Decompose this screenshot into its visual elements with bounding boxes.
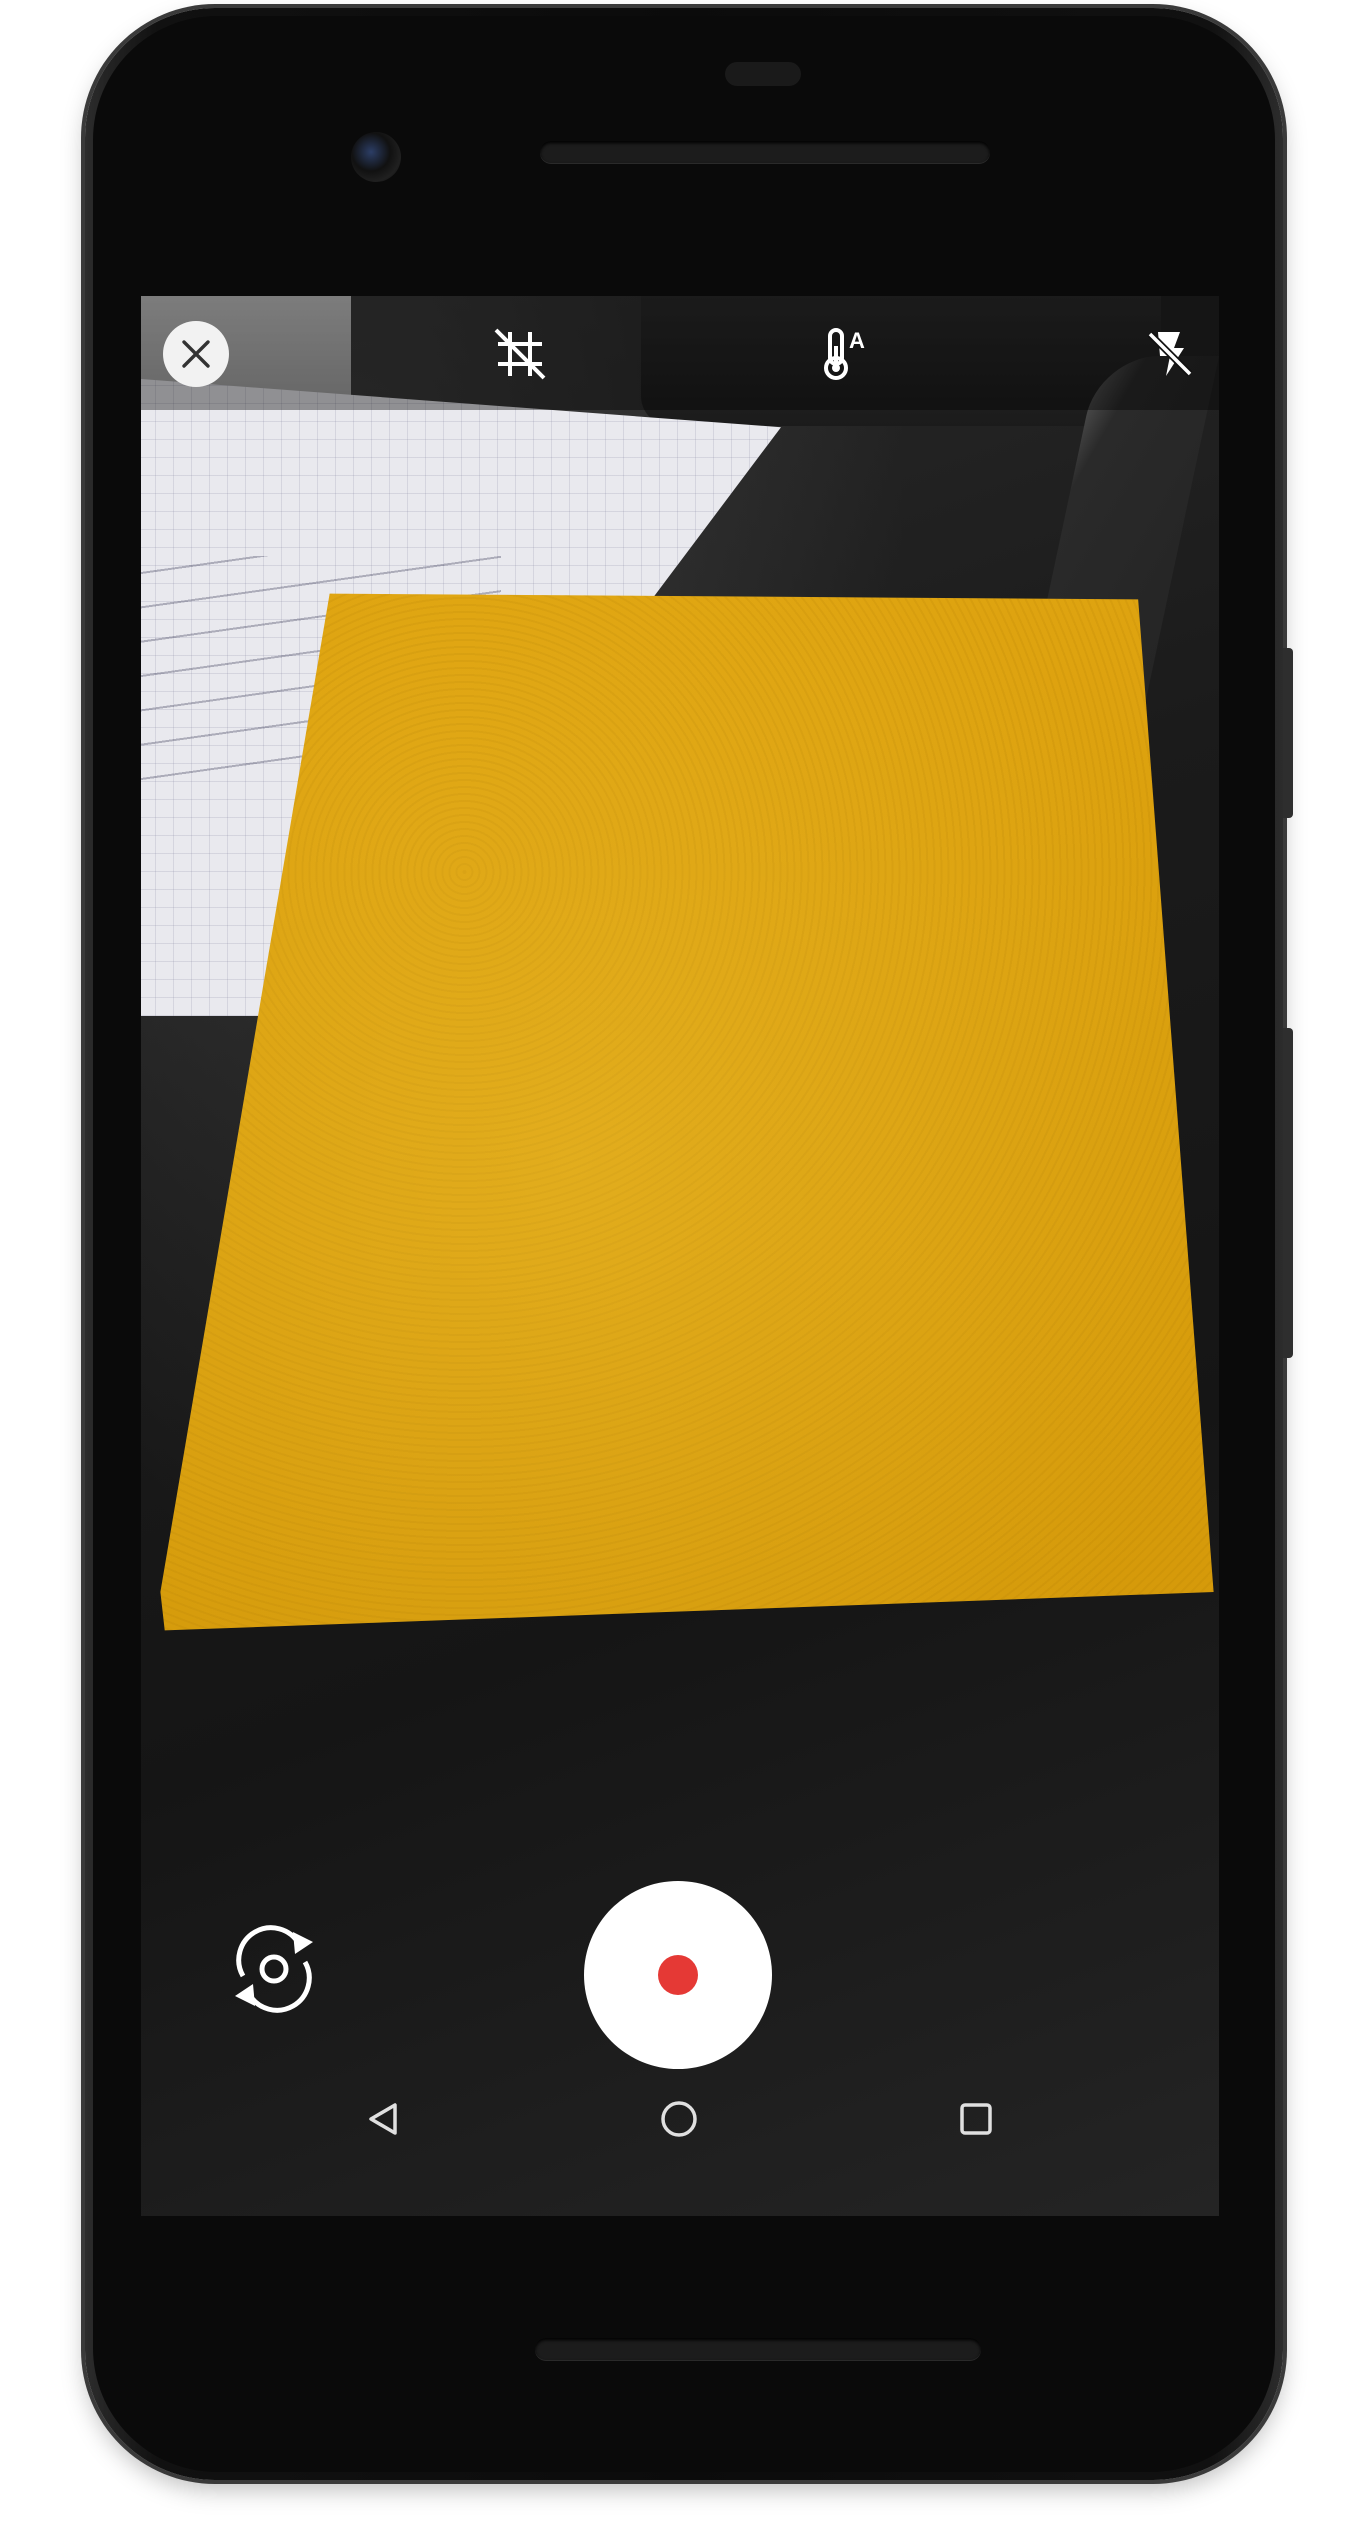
front-camera [351, 132, 401, 182]
camera-screen: A [141, 296, 1219, 2216]
power-button [1283, 648, 1293, 818]
record-button[interactable] [584, 1881, 772, 2069]
flash-off-icon [1147, 331, 1193, 377]
close-button[interactable] [163, 321, 229, 387]
white-balance-button[interactable]: A [811, 320, 879, 388]
recents-icon [960, 2103, 992, 2135]
home-icon [661, 2101, 697, 2137]
nav-back-button[interactable] [358, 2094, 408, 2144]
grid-off-icon [494, 328, 546, 380]
close-icon [182, 340, 210, 368]
record-dot-icon [658, 1955, 698, 1995]
flash-toggle-button[interactable] [1136, 320, 1204, 388]
bottom-speaker [535, 2338, 981, 2360]
earpiece-speaker [540, 141, 990, 163]
grid-toggle-button[interactable] [486, 320, 554, 388]
back-icon [369, 2103, 397, 2135]
camera-top-bar: A [141, 296, 1219, 410]
nav-home-button[interactable] [654, 2094, 704, 2144]
white-balance-badge: A [849, 328, 865, 353]
nav-recents-button[interactable] [951, 2094, 1001, 2144]
switch-camera-icon [235, 1925, 313, 2013]
white-balance-auto-icon: A [824, 328, 865, 380]
switch-camera-button[interactable] [221, 1916, 327, 2022]
volume-rocker [1283, 1028, 1293, 1358]
proximity-sensor [725, 62, 801, 86]
